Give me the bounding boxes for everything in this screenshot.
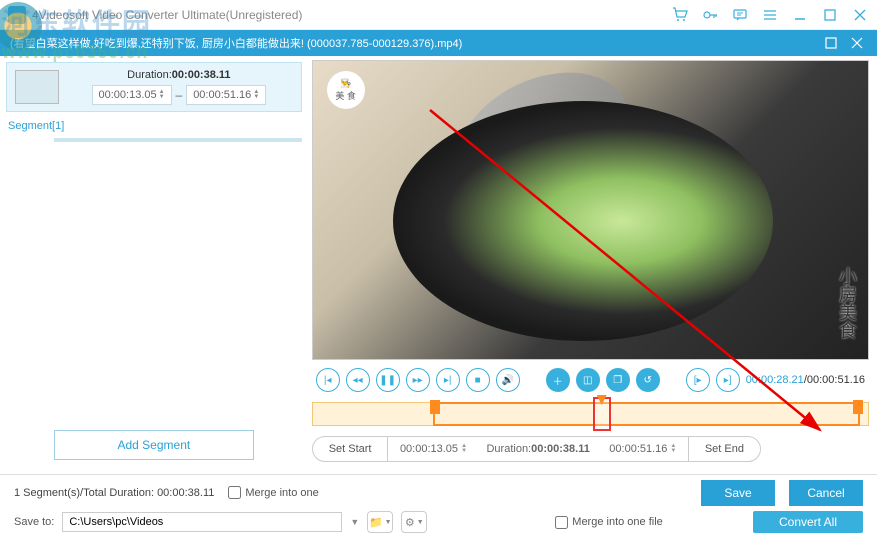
save-to-label: Save to: — [14, 516, 54, 528]
volume-icon[interactable]: 🔊 — [496, 368, 520, 392]
cart-icon[interactable] — [671, 6, 689, 24]
titlebar: 4Videosoft Video Converter Ultimate(Unre… — [0, 0, 877, 30]
app-title: 4Videosoft Video Converter Ultimate(Unre… — [32, 8, 671, 22]
goto-end-icon[interactable]: ▸| — [436, 368, 460, 392]
save-button[interactable]: Save — [701, 480, 775, 506]
maximize-icon[interactable] — [821, 6, 839, 24]
segments-summary: 1 Segment(s)/Total Duration: 00:00:38.11 — [14, 487, 214, 499]
segment-item[interactable]: Duration:00:00:38.11 00:00:13.05▲▼ – 00:… — [6, 62, 302, 112]
footer-row-1: 1 Segment(s)/Total Duration: 00:00:38.11… — [0, 474, 877, 510]
add-clip-icon[interactable]: ＋ — [546, 368, 570, 392]
merge-file-checkbox[interactable]: Merge into one file — [555, 516, 663, 529]
merge-checkbox[interactable]: Merge into one — [228, 486, 318, 499]
trim-duration: Duration:00:00:38.11 — [478, 436, 597, 462]
add-segment-button[interactable]: Add Segment — [54, 430, 254, 460]
copy-clip-icon[interactable]: ❐ — [606, 368, 630, 392]
mark-out-icon[interactable]: ▸] — [716, 368, 740, 392]
close-icon[interactable] — [851, 6, 869, 24]
segments-panel: Duration:00:00:38.11 00:00:13.05▲▼ – 00:… — [0, 56, 308, 474]
step-back-icon[interactable]: ◂◂ — [346, 368, 370, 392]
chef-badge: 👨‍🍳美 食 — [327, 71, 365, 109]
trim-handle-end[interactable] — [853, 400, 863, 414]
path-dropdown-icon[interactable]: ▼ — [350, 517, 359, 527]
preview-panel: 👨‍🍳美 食 小房美食 |◂ ◂◂ ❚❚ ▸▸ ▸| ■ 🔊 ＋ ◫ ❐ ↺ [… — [308, 56, 877, 474]
trim-range[interactable] — [433, 402, 860, 426]
sub-close-icon[interactable] — [847, 33, 867, 53]
settings-icon[interactable]: ⚙▼ — [401, 511, 427, 533]
open-folder-icon[interactable]: 📁▼ — [367, 511, 393, 533]
minimize-icon[interactable] — [791, 6, 809, 24]
step-forward-icon[interactable]: ▸▸ — [406, 368, 430, 392]
footer-row-2: Save to: ▼ 📁▼ ⚙▼ Merge into one file Con… — [0, 510, 877, 534]
trim-end-value[interactable]: 00:00:51.16▲▼ — [598, 436, 688, 462]
reset-icon[interactable]: ↺ — [636, 368, 660, 392]
main-area: Duration:00:00:38.11 00:00:13.05▲▼ – 00:… — [0, 56, 877, 474]
segment-duration-label: Duration:00:00:38.11 — [65, 69, 293, 81]
range-dash: – — [176, 88, 183, 102]
app-icon — [8, 6, 26, 24]
playback-controls: |◂ ◂◂ ❚❚ ▸▸ ▸| ■ 🔊 ＋ ◫ ❐ ↺ [▸ ▸] 00:00:2… — [312, 360, 869, 400]
segment-mini-slider[interactable] — [54, 138, 302, 142]
trim-inputs: Set Start 00:00:13.05▲▼ Duration:00:00:3… — [312, 436, 869, 462]
set-start-button[interactable]: Set Start — [312, 436, 389, 462]
segment-name: Segment[1] — [8, 120, 300, 132]
video-preview[interactable]: 👨‍🍳美 食 小房美食 — [312, 60, 869, 360]
convert-all-button[interactable]: Convert All — [753, 511, 863, 533]
trim-start-value[interactable]: 00:00:13.05▲▼ — [388, 436, 478, 462]
key-icon[interactable] — [701, 6, 719, 24]
save-path-input[interactable] — [62, 512, 342, 532]
join-clip-icon[interactable]: ◫ — [576, 368, 600, 392]
playhead-marker[interactable] — [593, 397, 611, 431]
cancel-button[interactable]: Cancel — [789, 480, 863, 506]
video-watermark: 小房美食 — [834, 267, 860, 339]
time-readout: 00:00:28.21/00:00:51.16 — [746, 374, 865, 386]
message-icon[interactable] — [731, 6, 749, 24]
preview-graphic — [393, 101, 773, 341]
clip-filename: (看望白菜这样做,好吃到爆,还特别下饭, 厨房小白都能做出来! (000037.… — [10, 35, 815, 51]
segment-thumbnail — [15, 70, 59, 104]
trim-handle-start[interactable] — [430, 400, 440, 414]
menu-icon[interactable] — [761, 6, 779, 24]
goto-start-icon[interactable]: |◂ — [316, 368, 340, 392]
segment-end-input[interactable]: 00:00:51.16▲▼ — [186, 85, 266, 105]
set-end-button[interactable]: Set End — [688, 436, 761, 462]
clip-subheader: (看望白菜这样做,好吃到爆,还特别下饭, 厨房小白都能做出来! (000037.… — [0, 30, 877, 56]
segment-start-input[interactable]: 00:00:13.05▲▼ — [92, 85, 172, 105]
stop-icon[interactable]: ■ — [466, 368, 490, 392]
title-controls — [671, 6, 869, 24]
mark-in-icon[interactable]: [▸ — [686, 368, 710, 392]
pause-icon[interactable]: ❚❚ — [376, 368, 400, 392]
trim-timeline[interactable] — [312, 402, 869, 426]
sub-maximize-icon[interactable] — [821, 33, 841, 53]
